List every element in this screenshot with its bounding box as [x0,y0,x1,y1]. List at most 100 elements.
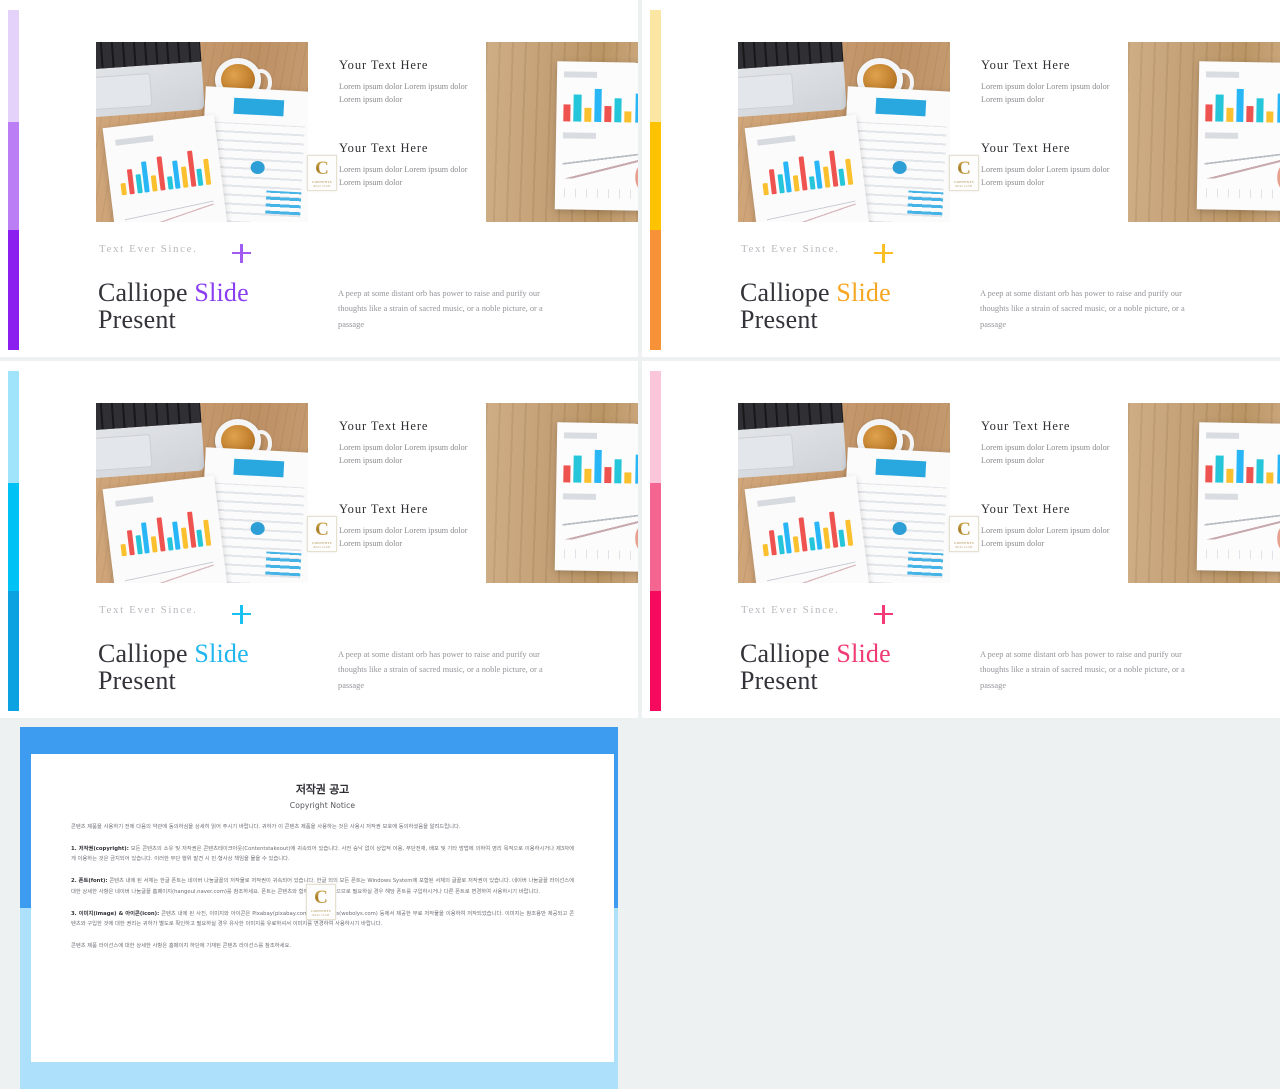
desk-photo [738,42,950,222]
watermark-letter: C [957,157,971,179]
title-accent: Slide [194,278,249,307]
text-block-2: Your Text Here Lorem ipsum dolor Lorem i… [339,141,469,190]
copyright-section-1-body: 모든 콘텐츠의 소유 및 저작권은 콘텐츠테이크아웃(Contentstakeo… [71,846,574,863]
accent-segment-mid [650,122,661,230]
title-second: Present [98,665,176,695]
text-block-heading: Your Text Here [981,141,1071,155]
title-main: Calliope [98,278,195,307]
text-block-heading: Your Text Here [339,141,429,155]
watermark-line2: REAL CLUB [955,545,973,549]
page-title: Calliope Slide Present [740,639,891,695]
watermark-line1: CONTENTS [954,179,974,184]
accent-segment-light [650,371,661,483]
title-second: Present [740,304,818,334]
eyebrow-text: Text Ever Since. [741,243,840,255]
text-block-heading: Your Text Here [981,58,1071,72]
title-accent: Slide [836,278,891,307]
body-paragraph: A peep at some distant orb has power to … [338,289,543,329]
desk-photo [738,403,950,583]
text-block-body: Lorem ipsum dolor Lorem ipsum dolor Lore… [339,165,468,188]
title-main: Calliope [98,639,195,668]
copyright-intro: 콘텐츠 제품을 사용하기 전에 다음의 약관에 동의하심을 상세히 읽어 주시기… [71,824,461,830]
copyright-footer: 콘텐츠 제품 라이선스에 대한 상세한 사항은 홈페이지 하단에 기재된 콘텐츠… [71,943,292,950]
accent-segment-dark [8,230,19,350]
watermark-letter: C [957,518,971,540]
watermark-letter: C [315,157,329,179]
watermark-line2: REAL CLUB [313,545,331,549]
watermark-line1: CONTENTS [311,908,331,913]
wood-chart-photo [486,403,638,583]
eyebrow-text: Text Ever Since. [99,604,198,616]
accent-segment-light [8,10,19,122]
watermark-letter: C [315,518,329,540]
title-accent: Slide [836,639,891,668]
body-paragraph: A peep at some distant orb has power to … [980,650,1185,690]
text-block-1: Your Text Here Lorem ipsum dolor Lorem i… [339,419,469,468]
page-title: Calliope Slide Present [98,639,249,695]
accent-segment-dark [650,591,661,711]
plus-icon [232,244,251,263]
text-block-2: Your Text Here Lorem ipsum dolor Lorem i… [981,141,1111,190]
plus-icon [232,605,251,624]
accent-segment-mid [8,122,19,230]
text-block-1: Your Text Here Lorem ipsum dolor Lorem i… [981,58,1111,107]
title-accent: Slide [194,639,249,668]
text-block-heading: Your Text Here [981,419,1071,433]
text-block-body: Lorem ipsum dolor Lorem ipsum dolor Lore… [981,443,1110,466]
body-paragraph: A peep at some distant orb has power to … [980,289,1185,329]
eyebrow-text: Text Ever Since. [741,604,840,616]
copyright-section-2-label: 2. 폰트(font): [71,878,108,885]
wood-chart-photo [1128,42,1280,222]
watermark-logo: C CONTENTS REAL CLUB [306,884,336,920]
text-block-body: Lorem ipsum dolor Lorem ipsum dolor Lore… [981,165,1110,188]
accent-segment-dark [8,591,19,711]
text-block-1: Your Text Here Lorem ipsum dolor Lorem i… [981,419,1111,468]
accent-segment-mid [650,483,661,591]
slide-bottom-right[interactable]: Your Text Here Lorem ipsum dolor Lorem i… [642,361,1280,718]
page-title: Calliope Slide Present [98,278,249,334]
watermark-line2: REAL CLUB [313,184,331,188]
page-title: Calliope Slide Present [740,278,891,334]
wood-chart-photo [486,42,638,222]
slide-top-right[interactable]: Your Text Here Lorem ipsum dolor Lorem i… [642,0,1280,357]
watermark-line1: CONTENTS [312,179,332,184]
watermark-logo: C CONTENTS REAL CLUB [307,155,337,191]
text-block-body: Lorem ipsum dolor Lorem ipsum dolor Lore… [981,526,1110,549]
watermark-line2: REAL CLUB [312,913,330,917]
copyright-section-3-label: 3. 이미지(image) & 아이콘(icon): [71,910,160,917]
watermark-letter: C [314,886,328,908]
accent-segment-light [8,371,19,483]
desk-photo [96,403,308,583]
watermark-logo: C CONTENTS REAL CLUB [307,516,337,552]
title-main: Calliope [740,278,837,307]
text-block-2: Your Text Here Lorem ipsum dolor Lorem i… [981,502,1111,551]
slide-deck-canvas: Your Text Here Lorem ipsum dolor Lorem i… [0,0,1280,1089]
copyright-section-1-label: 1. 저작권(copyright): [71,846,129,853]
slide-top-left[interactable]: Your Text Here Lorem ipsum dolor Lorem i… [0,0,638,357]
text-block-heading: Your Text Here [339,502,429,516]
slide-bottom-left[interactable]: Your Text Here Lorem ipsum dolor Lorem i… [0,361,638,718]
title-second: Present [98,304,176,334]
accent-segment-dark [650,230,661,350]
watermark-logo: C CONTENTS REAL CLUB [949,155,979,191]
watermark-line1: CONTENTS [312,540,332,545]
watermark-line2: REAL CLUB [955,184,973,188]
eyebrow-text: Text Ever Since. [99,243,198,255]
text-block-1: Your Text Here Lorem ipsum dolor Lorem i… [339,58,469,107]
copyright-subtitle: Copyright Notice [289,801,356,810]
accent-segment-mid [8,483,19,591]
watermark-logo: C CONTENTS REAL CLUB [949,516,979,552]
text-block-heading: Your Text Here [981,502,1071,516]
plus-icon [874,244,893,263]
text-block-heading: Your Text Here [339,58,429,72]
plus-icon [874,605,893,624]
copyright-title: 저작권 공고 [295,783,350,796]
copyright-section-1: 1. 저작권(copyright): 모든 콘텐츠의 소유 및 저작권은 콘텐츠… [71,844,574,864]
text-block-body: Lorem ipsum dolor Lorem ipsum dolor Lore… [339,443,468,466]
watermark-line1: CONTENTS [954,540,974,545]
desk-photo [96,42,308,222]
text-block-body: Lorem ipsum dolor Lorem ipsum dolor Lore… [339,82,468,105]
wood-chart-photo [1128,403,1280,583]
title-second: Present [740,665,818,695]
accent-segment-light [650,10,661,122]
